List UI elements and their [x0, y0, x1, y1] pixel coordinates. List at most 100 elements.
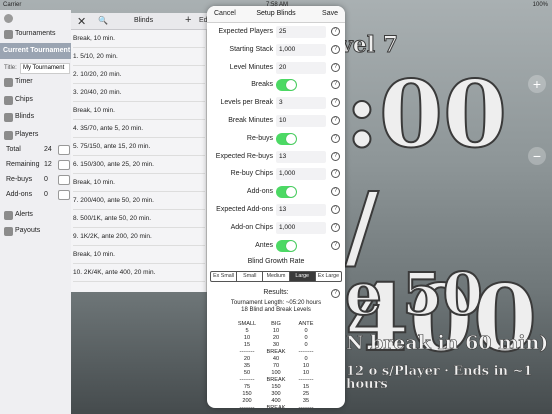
add-icon[interactable]: + [185, 14, 191, 26]
results-row: 10 20 0 [207, 335, 345, 342]
growth-option[interactable]: Large [289, 272, 316, 281]
help-icon[interactable]: ? [331, 44, 340, 54]
blind-level-row[interactable]: 1. 5/10, 20 min. [73, 48, 205, 66]
blind-level-row[interactable]: 2. 10/20, 20 min. [73, 66, 205, 84]
stat-remaining: Remaining 12 [0, 159, 71, 171]
toggle-switch[interactable] [276, 79, 297, 92]
setting-input[interactable]: 20 [276, 61, 326, 74]
setting-input[interactable]: 3 [276, 97, 326, 110]
help-icon[interactable]: ? [331, 98, 340, 108]
help-icon[interactable]: ? [331, 205, 340, 214]
blind-level-row[interactable]: 5. 75/150, ante 15, 20 min. [73, 138, 205, 156]
stepper[interactable] [58, 145, 70, 155]
results-cell: 0 [304, 328, 308, 334]
results-cell: 25 [302, 391, 310, 397]
results-cell: 20 [272, 335, 280, 341]
setting-input[interactable]: 25 [276, 26, 326, 38]
setting-input[interactable]: 10 [276, 115, 326, 127]
sidebar-item-payouts[interactable]: Payouts [0, 223, 71, 239]
blind-level-row[interactable]: 6. 150/300, ante 25, 20 min. [73, 156, 205, 174]
growth-rate-segmented[interactable]: Ex Small Small Medium Large Ex Large [210, 271, 342, 282]
help-icon[interactable]: ? [331, 80, 340, 90]
sidebar-item-chips[interactable]: Chips [0, 92, 71, 108]
sidebar-settings-row[interactable] [0, 10, 71, 26]
growth-option[interactable]: Medium [263, 272, 290, 281]
blind-level-row[interactable]: 3. 20/40, 20 min. [73, 84, 205, 102]
blind-level-row[interactable]: Break, 10 min. [73, 174, 205, 192]
blind-level-row[interactable]: Break, 10 min. [73, 102, 205, 120]
results-row: 75 150 15 [207, 384, 345, 391]
stepper[interactable] [58, 160, 70, 170]
sidebar-item-timer[interactable]: Timer [0, 74, 71, 90]
setting-label: Break Minutes [228, 117, 273, 124]
blind-level-row[interactable]: 10. 2K/4K, ante 400, 20 min. [73, 264, 205, 282]
plus-button[interactable]: + [528, 75, 546, 93]
results-row: 50 100 10 [207, 370, 345, 377]
tournament-title-field[interactable]: My Tournament [20, 63, 70, 74]
blind-level-row[interactable]: Break, 10 min. [73, 30, 205, 48]
setting-input[interactable]: 13 [276, 204, 326, 216]
help-icon[interactable]: ? [331, 289, 340, 298]
toggle-knob [286, 187, 296, 198]
blind-level-row[interactable]: 4. 35/70, ante 5, 20 min. [73, 120, 205, 138]
results-table: SMALL BIG ANTE 5 10 0 10 20 0 15 30 0 -------- BREAK -… [207, 321, 345, 408]
search-icon[interactable]: 🔍 [98, 16, 108, 25]
blind-level-row[interactable]: 7. 200/400, ante 50, 20 min. [73, 192, 205, 210]
minus-button[interactable]: − [528, 147, 546, 165]
sidebar-item-alerts[interactable]: Alerts [0, 207, 71, 223]
sidebar-item-players[interactable]: Players [0, 127, 71, 143]
results-cell: 0 [304, 356, 308, 362]
setting-input[interactable]: 1,000 [276, 168, 326, 181]
setting-row: Break Minutes 10? [207, 112, 345, 130]
results-cell: -------- [298, 377, 314, 383]
results-row: -------- BREAK -------- [207, 349, 345, 356]
results-row: -------- BREAK -------- [207, 377, 345, 384]
results-cell: 200 [242, 398, 252, 404]
help-icon[interactable]: ? [331, 27, 340, 36]
stepper[interactable] [58, 190, 70, 200]
help-icon[interactable]: ? [331, 151, 340, 161]
blind-level-row[interactable]: Break, 10 min. [73, 246, 205, 264]
setting-label: Re-buys [246, 134, 273, 142]
blind-level-row[interactable]: 9. 1K/2K, ante 200, 20 min. [73, 228, 205, 246]
sidebar-item-label: Payouts [15, 227, 41, 234]
help-icon[interactable]: ? [331, 240, 340, 250]
next-level-info: N break in 60 min) [346, 332, 549, 354]
help-icon[interactable]: ? [331, 116, 340, 125]
results-row: 15 30 0 [207, 342, 345, 349]
help-icon[interactable]: ? [331, 133, 340, 143]
clock-time: :00 [344, 60, 508, 168]
close-icon[interactable]: ✕ [77, 15, 86, 28]
setting-input[interactable]: 1,000 [276, 221, 326, 234]
sidebar-item-tournaments[interactable]: Tournaments [0, 26, 71, 42]
toggle-switch[interactable] [276, 239, 297, 252]
growth-option[interactable]: Ex Large [316, 272, 341, 281]
toggle-switch[interactable] [276, 186, 297, 199]
save-button[interactable]: Save [322, 10, 338, 17]
stat-label: Total [6, 146, 21, 153]
tournament-info: 12 o s/Player · Ends in ~1 hours [346, 364, 533, 392]
sidebar-item-label: Players [15, 131, 39, 138]
results-cell: 150 [271, 384, 281, 390]
sidebar-item-label: Chips [15, 96, 33, 103]
help-icon[interactable]: ? [331, 169, 340, 179]
battery-icon: 100% [532, 2, 548, 8]
setting-input[interactable]: 1,000 [276, 43, 326, 56]
blind-level-row[interactable]: 8. 500/1K, ante 50, 20 min. [73, 210, 205, 228]
help-icon[interactable]: ? [331, 187, 340, 197]
sidebar-item-blinds[interactable]: Blinds [0, 109, 71, 125]
results-cell: 300 [271, 391, 281, 397]
growth-option[interactable]: Small [237, 272, 264, 281]
toggle-switch[interactable] [276, 132, 297, 145]
help-icon[interactable]: ? [331, 222, 340, 232]
growth-option[interactable]: Ex Small [211, 272, 238, 281]
setting-label: Add-ons [246, 188, 273, 196]
sidebar-item-label: Tournaments [15, 30, 56, 37]
gear-icon[interactable] [4, 14, 13, 23]
results-row: 150 300 25 [207, 391, 345, 398]
carrier-label: Carrier [3, 2, 22, 8]
setting-row: Expected Players 25? [207, 23, 345, 41]
stepper[interactable] [58, 175, 70, 185]
setting-input[interactable]: 13 [276, 150, 326, 163]
help-icon[interactable]: ? [331, 62, 340, 72]
